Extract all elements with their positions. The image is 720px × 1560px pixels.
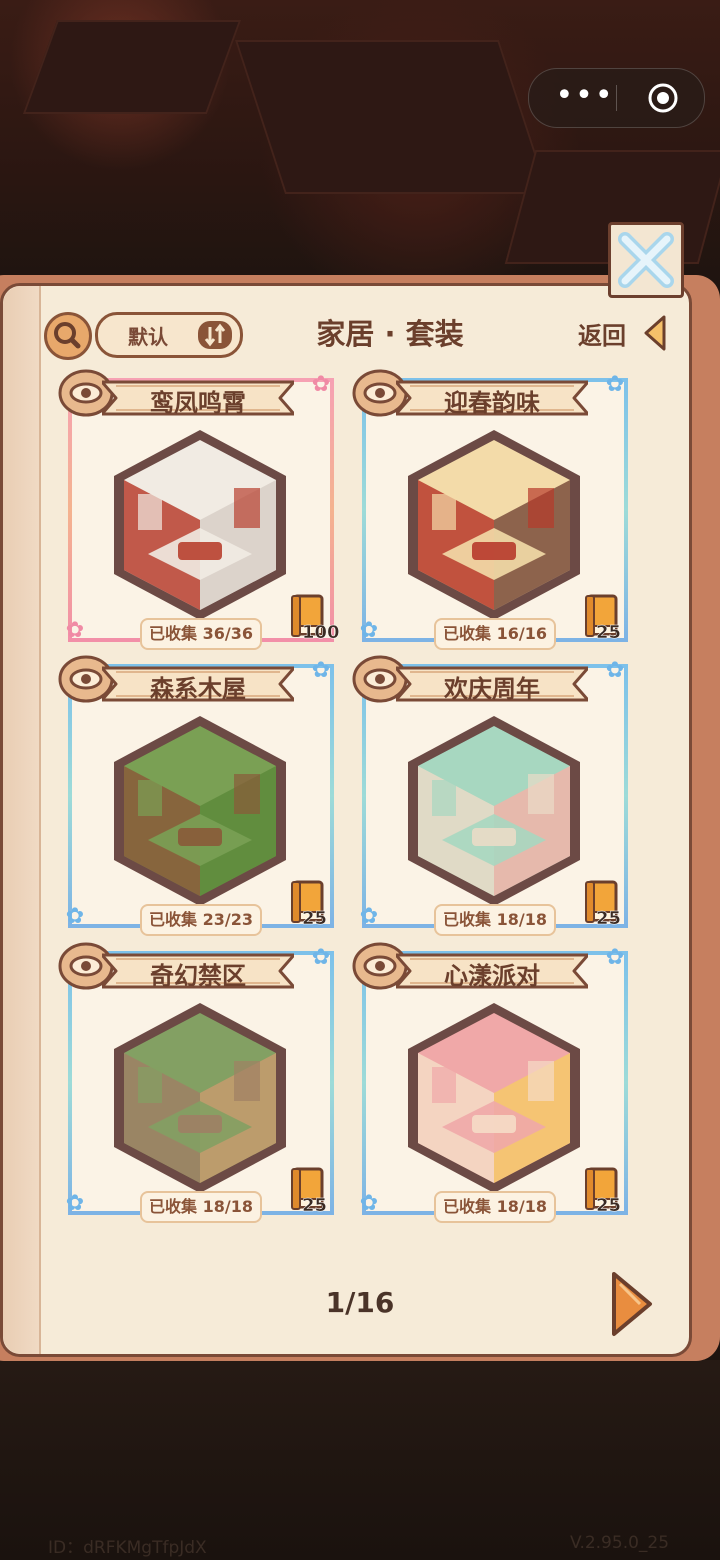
room-preview-image <box>408 1003 580 1193</box>
flower-corner-icon: ✿ <box>65 1191 85 1216</box>
flower-corner-icon: ✿ <box>65 904 85 929</box>
sort-button[interactable]: 默认 <box>95 312 243 358</box>
set-name: 迎春韵味 <box>444 389 540 417</box>
next-page-button[interactable] <box>608 1270 654 1338</box>
room-preview-image <box>114 430 286 620</box>
set-name-banner: 森系木屋 <box>102 662 294 706</box>
user-id-label: ID：dRFKMgTfpJdX <box>48 1538 207 1558</box>
set-name: 欢庆周年 <box>444 675 540 703</box>
collected-count: 已收集 16/16 <box>434 618 556 650</box>
back-button[interactable]: 返回 <box>578 316 626 351</box>
close-icon <box>618 232 674 288</box>
flower-corner-icon: ✿ <box>359 1191 379 1216</box>
capsule-divider <box>616 85 617 111</box>
collected-count: 已收集 18/18 <box>140 1191 262 1223</box>
mini-program-capsule: ••• <box>528 68 705 128</box>
furniture-set-card[interactable]: ✿ ✿ 欢庆周年 已收集 18/18 25 <box>352 655 628 936</box>
room-preview-image <box>114 1003 286 1193</box>
more-icon[interactable]: ••• <box>555 81 615 113</box>
set-name-banner: 迎春韵味 <box>396 376 588 420</box>
roof-decoration <box>22 20 242 114</box>
building-decoration <box>234 40 550 194</box>
set-name: 鸾凤鸣霄 <box>150 389 246 417</box>
sort-order-icon <box>198 321 232 349</box>
set-name: 森系木屋 <box>150 675 246 703</box>
room-preview-image <box>408 430 580 620</box>
set-name-banner: 欢庆周年 <box>396 662 588 706</box>
search-button[interactable] <box>44 312 92 360</box>
flower-corner-icon: ✿ <box>605 945 625 970</box>
furniture-set-card[interactable]: ✿ ✿ 森系木屋 已收集 23/23 25 <box>58 655 334 936</box>
set-name-banner: 奇幻禁区 <box>102 949 294 993</box>
room-preview-image <box>114 716 286 906</box>
book-reward-count: 25 <box>302 908 328 930</box>
game-background-bottom <box>0 1360 720 1560</box>
back-arrow-icon[interactable] <box>640 314 670 352</box>
search-icon <box>54 322 81 349</box>
flower-corner-icon: ✿ <box>311 372 331 397</box>
set-name-banner: 鸾凤鸣霄 <box>102 376 294 420</box>
book-reward-count: 25 <box>596 908 622 930</box>
book-reward-count: 100 <box>302 622 340 644</box>
furniture-set-card[interactable]: ✿ ✿ 迎春韵味 已收集 16/16 25 <box>352 369 628 650</box>
furniture-set-card[interactable]: ✿ ✿ 心漾派对 已收集 18/18 25 <box>352 942 628 1223</box>
close-target-icon[interactable] <box>646 81 680 115</box>
page-indicator: 1/16 <box>325 1286 395 1319</box>
flower-corner-icon: ✿ <box>605 372 625 397</box>
sort-label: 默认 <box>128 325 168 349</box>
collected-count: 已收集 36/36 <box>140 618 262 650</box>
set-name-banner: 心漾派对 <box>396 949 588 993</box>
flower-corner-icon: ✿ <box>311 945 331 970</box>
furniture-set-card[interactable]: ✿ ✿ 鸾凤鸣霄 已收集 36/36 100 <box>58 369 340 650</box>
book-reward-count: 25 <box>596 622 622 644</box>
book-reward-count: 25 <box>596 1195 622 1217</box>
collected-count: 已收集 18/18 <box>434 1191 556 1223</box>
furniture-set-card[interactable]: ✿ ✿ 奇幻禁区 已收集 18/18 25 <box>58 942 334 1223</box>
flower-corner-icon: ✿ <box>605 658 625 683</box>
book-spine <box>3 286 41 1354</box>
collected-count: 已收集 23/23 <box>140 904 262 936</box>
set-name: 心漾派对 <box>444 962 540 990</box>
collected-count: 已收集 18/18 <box>434 904 556 936</box>
set-name: 奇幻禁区 <box>150 962 246 990</box>
flower-corner-icon: ✿ <box>311 658 331 683</box>
flower-corner-icon: ✿ <box>65 618 85 643</box>
book-reward-count: 25 <box>302 1195 328 1217</box>
flower-corner-icon: ✿ <box>359 904 379 929</box>
version-label: V.2.95.0_25 <box>570 1533 670 1553</box>
flower-corner-icon: ✿ <box>359 618 379 643</box>
page-title: 家居 · 套装 <box>316 317 464 351</box>
close-button[interactable] <box>608 222 684 298</box>
room-preview-image <box>408 716 580 906</box>
